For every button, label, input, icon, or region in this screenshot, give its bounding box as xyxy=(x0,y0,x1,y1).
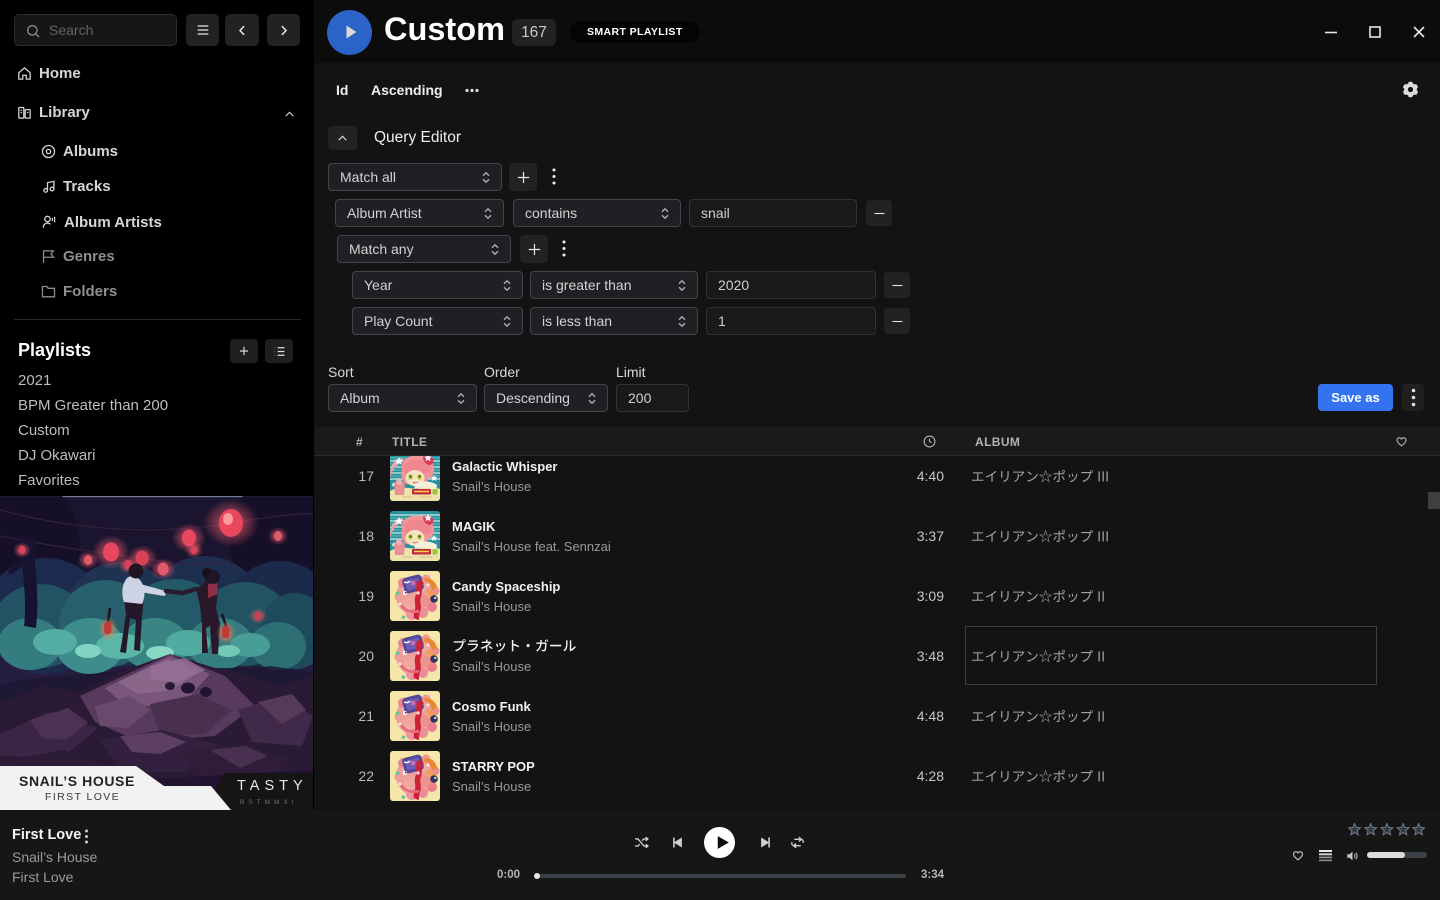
svg-text:SNAIL’S HOUSE: SNAIL’S HOUSE xyxy=(19,773,135,789)
svg-text:TASTY: TASTY xyxy=(237,778,308,794)
svg-text:FIRST LOVE: FIRST LOVE xyxy=(45,791,120,803)
svg-text:BSTMMXI: BSTMMXI xyxy=(240,799,298,806)
